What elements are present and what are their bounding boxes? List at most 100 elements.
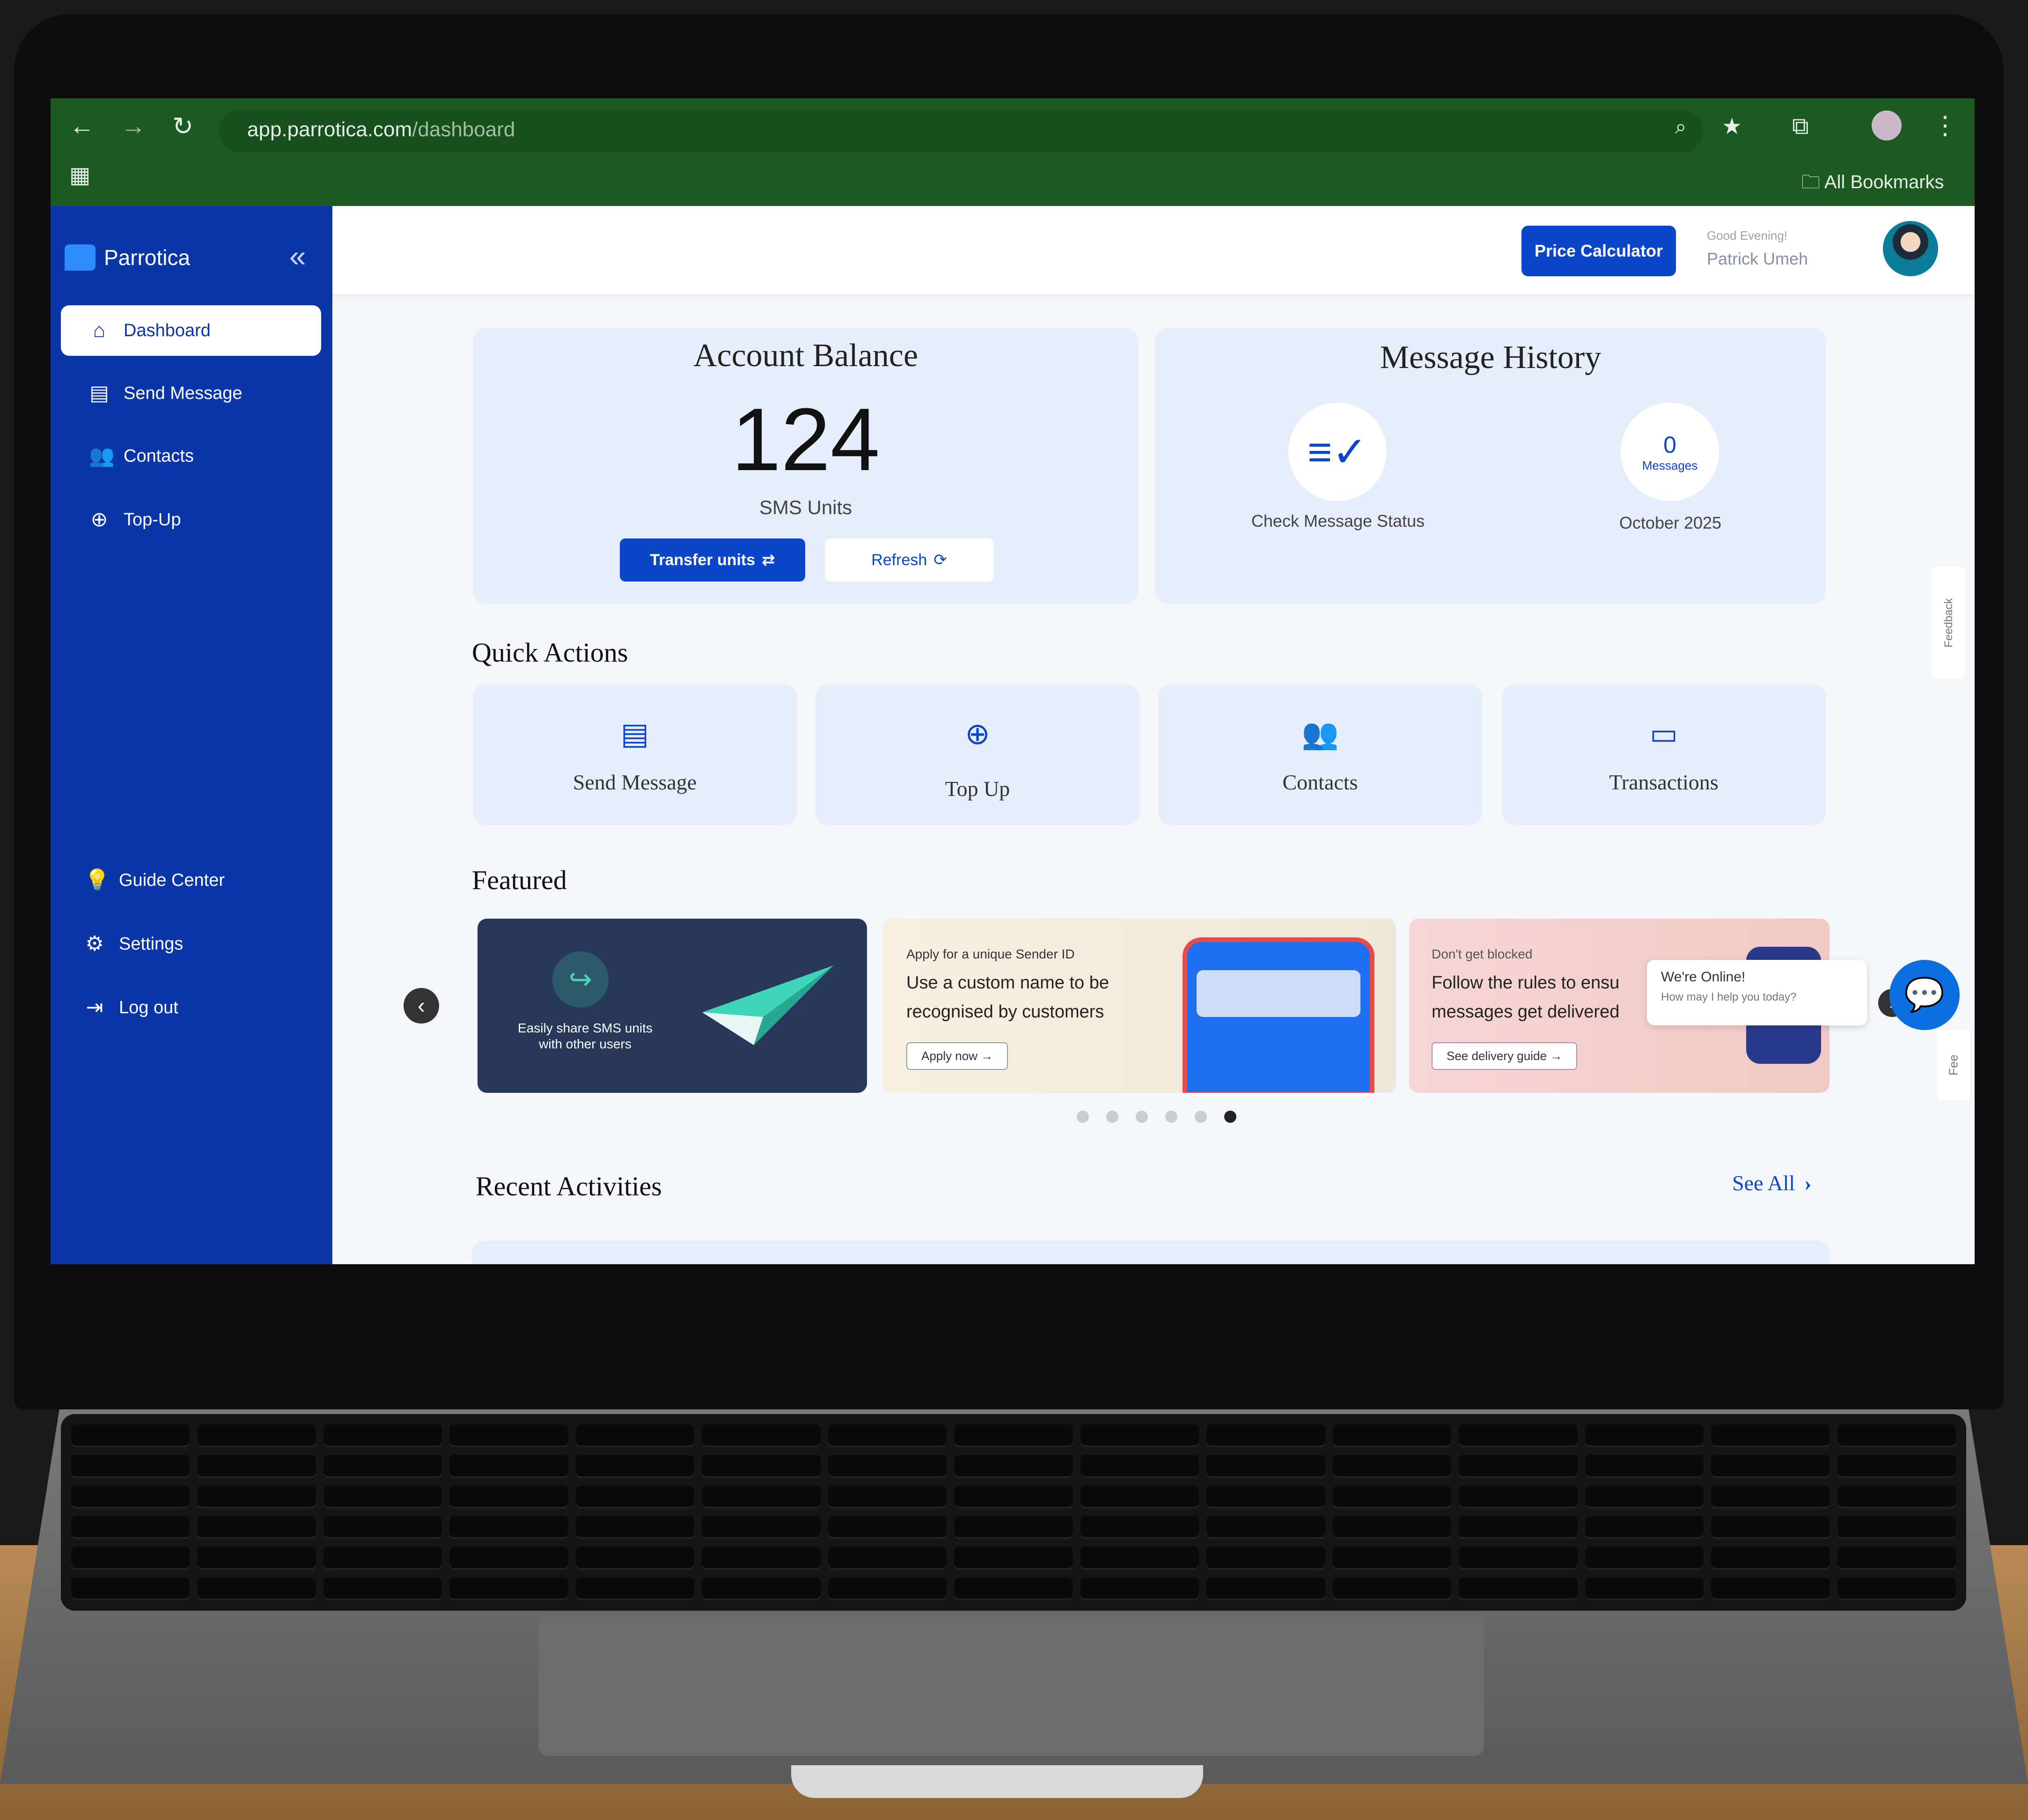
keyboard-key bbox=[1711, 1577, 1830, 1600]
sidebar-item-dashboard[interactable]: ⌂ Dashboard bbox=[61, 305, 321, 356]
sidebar-item-log-out[interactable]: ⇥ Log out bbox=[61, 982, 321, 1033]
account-balance-card: Account Balance 124 SMS Units Transfer u… bbox=[473, 328, 1139, 604]
keyboard-key bbox=[1585, 1485, 1704, 1509]
account-balance-title: Account Balance bbox=[693, 338, 918, 374]
logout-icon: ⇥ bbox=[86, 996, 103, 1019]
keyboard-key bbox=[1206, 1516, 1325, 1540]
keyboard-key bbox=[1080, 1516, 1199, 1540]
keyboard-key bbox=[828, 1455, 947, 1478]
keyboard-key bbox=[323, 1455, 442, 1478]
messages-count-circle: 0 Messages bbox=[1621, 403, 1719, 501]
extensions-icon[interactable]: ⧉ bbox=[1792, 112, 1809, 140]
forward-icon[interactable]: → bbox=[121, 111, 146, 140]
contacts-icon: 👥 bbox=[89, 444, 115, 467]
carousel-dot[interactable] bbox=[1106, 1111, 1118, 1123]
profile-avatar[interactable] bbox=[1872, 111, 1902, 140]
price-calculator-button[interactable]: Price Calculator bbox=[1521, 226, 1676, 276]
keyboard-key bbox=[1459, 1516, 1578, 1540]
sidebar-item-settings[interactable]: ⚙ Settings bbox=[61, 919, 321, 969]
zoom-icon[interactable]: ⌕ bbox=[1675, 115, 1687, 139]
quick-action-send-message[interactable]: ▤ Send Message bbox=[473, 685, 797, 825]
keyboard-key bbox=[1711, 1455, 1830, 1478]
trackpad bbox=[538, 1615, 1484, 1756]
chat-online-text: We're Online! bbox=[1661, 969, 1746, 985]
sidebar-item-top-up[interactable]: ⊕ Top-Up bbox=[61, 494, 321, 545]
back-icon[interactable]: ← bbox=[69, 111, 95, 140]
refresh-button[interactable]: Refresh ⟳ bbox=[825, 538, 993, 582]
carousel-prev-button[interactable]: ‹ bbox=[404, 988, 439, 1024]
feedback-tab[interactable]: Feedback bbox=[1932, 567, 1965, 679]
refresh-icon: ⟳ bbox=[933, 551, 947, 569]
message-history-title: Message History bbox=[1380, 339, 1602, 376]
all-bookmarks[interactable]: 🗀 All Bookmarks bbox=[1801, 169, 1944, 200]
keyboard-key bbox=[954, 1516, 1073, 1540]
greeting: Good Evening! bbox=[1707, 228, 1788, 243]
apps-grid-icon[interactable]: ▦ bbox=[69, 162, 90, 188]
transfer-units-button[interactable]: Transfer units ⇄ bbox=[620, 538, 805, 582]
keyboard-key bbox=[828, 1485, 947, 1509]
quick-action-top-up[interactable]: ⊕ Top Up bbox=[816, 685, 1139, 825]
screen: ← → ↻ app.parrotica.com/dashboard ⌕ ★ ⧉ … bbox=[51, 98, 1975, 1264]
banner1-text-1: Easily share SMS units bbox=[518, 1021, 653, 1035]
sidebar-item-contacts[interactable]: 👥 Contacts bbox=[61, 431, 321, 481]
keyboard-key bbox=[1206, 1455, 1325, 1478]
keyboard-key bbox=[1459, 1547, 1578, 1570]
bulb-icon: 💡 bbox=[84, 869, 110, 892]
carousel-dot[interactable] bbox=[1165, 1111, 1177, 1123]
keyboard-key bbox=[1459, 1485, 1578, 1509]
carousel-dot[interactable] bbox=[1195, 1111, 1207, 1123]
quick-action-transactions[interactable]: ▭ Transactions bbox=[1502, 685, 1826, 825]
carousel-dot[interactable] bbox=[1224, 1111, 1236, 1123]
keyboard-key bbox=[575, 1424, 695, 1448]
message-icon: ▤ bbox=[620, 716, 649, 751]
keyboard-key bbox=[954, 1455, 1073, 1478]
chat-launcher-button[interactable]: 💬 bbox=[1889, 960, 1960, 1030]
see-all-link[interactable]: See All › bbox=[1732, 1171, 1812, 1195]
keyboard-key bbox=[702, 1424, 821, 1448]
chevron-right-icon: › bbox=[1804, 1171, 1812, 1195]
keyboard-key bbox=[954, 1577, 1073, 1600]
keyboard-key bbox=[1585, 1424, 1704, 1448]
keyboard-key bbox=[702, 1485, 821, 1509]
keyboard-key bbox=[1080, 1424, 1199, 1448]
menu-dots-icon[interactable]: ⋮ bbox=[1932, 111, 1958, 140]
apply-now-button[interactable]: Apply now → bbox=[906, 1042, 1008, 1070]
gear-icon: ⚙ bbox=[85, 932, 104, 955]
keyboard-key bbox=[323, 1516, 442, 1540]
phone-illustration bbox=[1183, 937, 1374, 1093]
featured-title: Featured bbox=[472, 865, 567, 895]
top-header: Price Calculator Good Evening! Patrick U… bbox=[332, 206, 1975, 294]
keyboard-key bbox=[828, 1516, 947, 1540]
collapse-sidebar-icon[interactable]: « bbox=[289, 239, 306, 273]
featured-banner-sender-id[interactable]: Apply for a unique Sender ID Use a custo… bbox=[883, 919, 1396, 1093]
keyboard-key bbox=[575, 1547, 695, 1570]
carousel-dot[interactable] bbox=[1077, 1111, 1089, 1123]
brand[interactable]: Parrotica bbox=[65, 244, 190, 271]
star-icon[interactable]: ★ bbox=[1722, 113, 1742, 140]
chat-popup[interactable]: We're Online! How may I help you today? bbox=[1647, 960, 1867, 1025]
carousel-dot[interactable] bbox=[1136, 1111, 1148, 1123]
address-bar[interactable]: app.parrotica.com/dashboard bbox=[219, 110, 1703, 153]
quick-action-contacts[interactable]: 👥 Contacts bbox=[1158, 685, 1482, 825]
reload-icon[interactable]: ↻ bbox=[172, 111, 193, 141]
keyboard-key bbox=[702, 1455, 821, 1478]
sidebar: Parrotica « ⌂ Dashboard ▤ Send Message 👥… bbox=[51, 206, 332, 1264]
sidebar-item-guide-center[interactable]: 💡 Guide Center bbox=[61, 855, 321, 906]
check-status-label: Check Message Status bbox=[1251, 511, 1425, 531]
check-status-button[interactable]: ≡✓ bbox=[1288, 403, 1387, 501]
keyboard-key bbox=[575, 1577, 695, 1600]
messages-count-unit: Messages bbox=[1642, 458, 1698, 472]
keyboard-key bbox=[197, 1424, 316, 1448]
feedback-tab-secondary[interactable]: Fee bbox=[1937, 1030, 1970, 1100]
featured-banner-share-units[interactable]: ↪ Easily share SMS units with other user… bbox=[478, 919, 867, 1093]
url-path: /dashboard bbox=[412, 118, 515, 141]
user-avatar[interactable] bbox=[1883, 221, 1938, 276]
keyboard-key bbox=[1585, 1547, 1704, 1570]
keyboard-key bbox=[1711, 1424, 1830, 1448]
keyboard-key bbox=[197, 1485, 316, 1509]
see-delivery-guide-button[interactable]: See delivery guide → bbox=[1432, 1042, 1578, 1070]
keyboard-key bbox=[1080, 1547, 1199, 1570]
keyboard-key bbox=[449, 1455, 568, 1478]
chat-prompt-text: How may I help you today? bbox=[1661, 991, 1797, 1003]
sidebar-item-send-message[interactable]: ▤ Send Message bbox=[61, 368, 321, 419]
